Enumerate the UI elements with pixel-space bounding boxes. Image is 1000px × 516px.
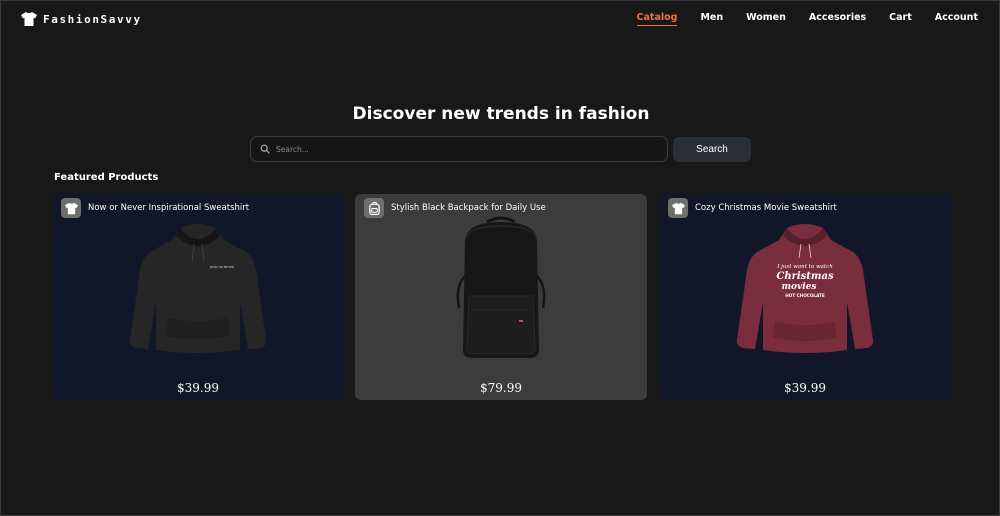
search-box[interactable] [250, 136, 668, 162]
black-hoodie-image: NOW OR NEVER [129, 224, 267, 353]
product-price: $79.99 [480, 381, 522, 395]
product-card[interactable]: Stylish Black Backpack for Daily Use $79… [355, 194, 647, 400]
page-frame: FashionSavvy Catalog Men Women Accesorie… [0, 0, 1000, 516]
header: FashionSavvy Catalog Men Women Accesorie… [1, 1, 1000, 37]
nav-women[interactable]: Women [746, 12, 786, 26]
tshirt-icon [671, 202, 685, 214]
print-line-2: Christmas [776, 271, 834, 282]
product-name: Cozy Christmas Movie Sweatshirt [695, 203, 837, 213]
brand-logo[interactable]: FashionSavvy [21, 11, 142, 27]
tshirt-icon [21, 12, 37, 26]
product-badge [61, 198, 81, 218]
product-price: $39.99 [784, 381, 826, 395]
product-name: Now or Never Inspirational Sweatshirt [88, 203, 250, 213]
hero-title: Discover new trends in fashion [352, 104, 650, 124]
product-badge [364, 198, 384, 218]
search-icon [260, 144, 270, 154]
product-card[interactable]: Cozy Christmas Movie Sweatshirt I just w… [659, 194, 951, 400]
print-line-3: movies [782, 282, 817, 292]
maroon-hoodie-image: I just want to watch Christmas movies HO… [736, 224, 874, 353]
black-backpack-image [456, 216, 546, 358]
print-line-4: HOT CHOCOLATE [785, 293, 825, 298]
product-badge [668, 198, 688, 218]
print-line-1: I just want to watch [776, 264, 833, 270]
search-button[interactable]: Search [673, 137, 751, 162]
featured-products-title: Featured Products [54, 172, 159, 183]
hoodie-print: NOW OR NEVER [210, 265, 234, 269]
product-name: Stylish Black Backpack for Daily Use [391, 203, 546, 213]
nav-account[interactable]: Account [935, 12, 978, 26]
product-card[interactable]: Now or Never Inspirational Sweatshirt NO… [52, 194, 344, 400]
tshirt-icon [64, 202, 78, 214]
search-input[interactable] [276, 144, 656, 154]
bag-icon [368, 201, 380, 215]
nav-men[interactable]: Men [700, 12, 723, 26]
nav-cart[interactable]: Cart [889, 12, 912, 26]
product-price: $39.99 [177, 381, 219, 395]
nav-catalog[interactable]: Catalog [636, 12, 678, 26]
brand-name: FashionSavvy [43, 12, 142, 26]
nav-accesories[interactable]: Accesories [809, 12, 866, 26]
main-nav: Catalog Men Women Accesories Cart Accoun… [614, 12, 978, 26]
